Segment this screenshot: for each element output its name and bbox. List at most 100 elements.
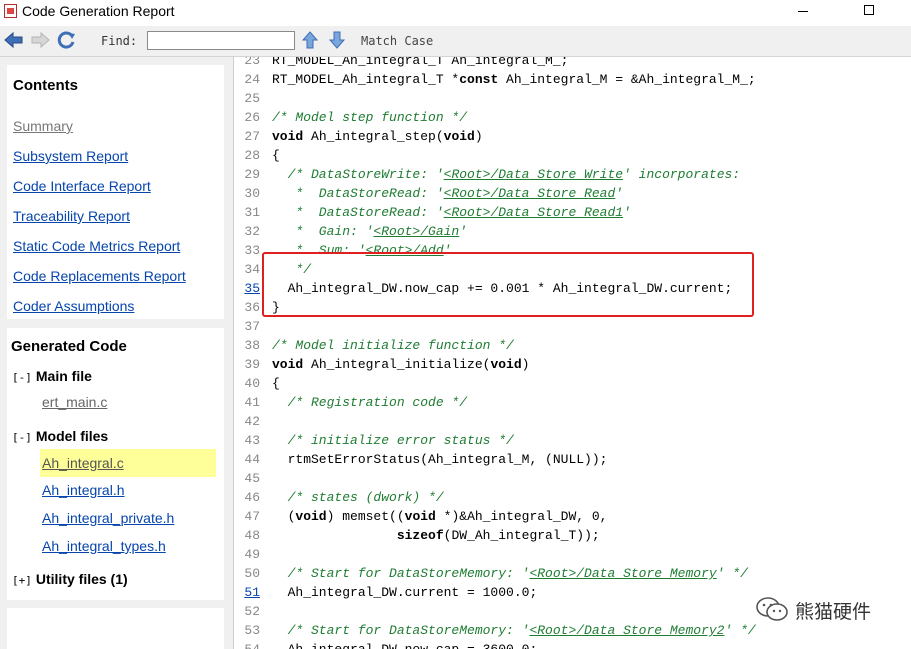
line-number: 25	[244, 91, 260, 106]
utility-files-group[interactable]: [+] Utility files (1)	[12, 571, 128, 587]
main-file-group[interactable]: [-] Main file	[12, 368, 92, 384]
block-link[interactable]: <Root>/Data Store Write	[444, 167, 623, 182]
minimize-button[interactable]	[798, 11, 808, 12]
code-text: Ah_integral_DW.current = 1000.0;	[272, 585, 538, 600]
refresh-icon[interactable]	[57, 31, 77, 54]
maximize-button[interactable]	[864, 5, 874, 15]
code-comment: '	[459, 224, 468, 239]
expand-toggle[interactable]: [+]	[12, 574, 32, 587]
code-line: 44 rtmSetErrorStatus(Ah_integral_M, (NUL…	[234, 450, 607, 469]
line-number: 53	[244, 623, 260, 638]
line-number: 23	[244, 57, 260, 68]
file-link-ah-integral-h[interactable]: Ah_integral.h	[42, 482, 125, 498]
line-number: 48	[244, 528, 260, 543]
code-keyword: void	[272, 129, 304, 144]
line-number: 30	[244, 186, 260, 201]
nav-code-replacements-link[interactable]: Code Replacements Report	[13, 268, 186, 284]
line-number: 33	[244, 243, 260, 258]
code-text: )	[474, 129, 483, 144]
code-comment: /* states (dwork) */	[272, 490, 444, 505]
code-comment: '	[623, 205, 631, 220]
line-number: 34	[244, 262, 260, 277]
nav-traceability-report-link[interactable]: Traceability Report	[13, 208, 130, 224]
file-link-ah-integral-types-h[interactable]: Ah_integral_types.h	[42, 538, 166, 554]
code-text: ) memset((	[326, 509, 405, 524]
toolbar: Find: Match Case	[0, 26, 911, 57]
find-previous-arrow-icon[interactable]	[301, 31, 319, 54]
code-line: 26 /* Model step function */	[234, 108, 467, 127]
code-line: 47 (void) memset((void *)&Ah_integral_DW…	[234, 507, 607, 526]
block-link[interactable]: <Root>/Data Store Read1	[444, 205, 623, 220]
nav-code-interface-report-link[interactable]: Code Interface Report	[13, 178, 151, 194]
line-number: 45	[244, 471, 260, 486]
wechat-logo-icon	[755, 596, 789, 627]
line-number[interactable]: 51	[234, 583, 260, 602]
block-link[interactable]: <Root>/Data Store Read	[444, 186, 616, 201]
code-text: (DW_Ah_integral_T));	[443, 528, 600, 543]
line-number: 26	[244, 110, 260, 125]
code-text: rtmSetErrorStatus(Ah_integral_M, (NULL))…	[272, 452, 608, 467]
code-line: 52	[234, 602, 272, 621]
find-next-arrow-icon[interactable]	[328, 31, 346, 54]
code-comment: ' */	[716, 566, 748, 581]
block-link[interactable]: <Root>/Data Store Memory	[529, 566, 716, 581]
line-number: 42	[244, 414, 260, 429]
back-arrow-icon[interactable]	[4, 31, 24, 54]
file-link-ert-main[interactable]: ert_main.c	[42, 394, 107, 410]
nav-subsystem-report-link[interactable]: Subsystem Report	[13, 148, 128, 164]
line-number: 36	[244, 300, 260, 315]
line-number: 41	[244, 395, 260, 410]
line-number: 37	[244, 319, 260, 334]
code-keyword: void	[443, 129, 475, 144]
code-comment: /* DataStoreWrite: '	[272, 167, 444, 182]
nav-summary-link[interactable]: Summary	[13, 118, 73, 134]
code-text: Ah_integral_DW.now_cap = 3600.0;	[272, 642, 538, 649]
code-line: 53 /* Start for DataStoreMemory: '<Root>…	[234, 621, 755, 640]
forward-arrow-icon[interactable]	[30, 31, 50, 54]
line-number: 28	[244, 148, 260, 163]
code-comment: * Gain: '	[272, 224, 374, 239]
line-number: 24	[244, 72, 260, 87]
code-comment: /* initialize error status */	[272, 433, 514, 448]
code-line: 23 RT_MODEL_Ah_integral_T Ah_integral_M_;	[234, 57, 568, 70]
code-text: Ah_integral_initialize(	[303, 357, 491, 372]
line-number[interactable]: 35	[234, 279, 260, 298]
line-number: 52	[244, 604, 260, 619]
sidebar-bottom-panel	[7, 608, 224, 649]
code-comment: /* Model step function */	[272, 110, 468, 125]
code-text: {	[272, 148, 280, 163]
match-case-toggle[interactable]: Match Case	[361, 34, 433, 48]
collapse-toggle[interactable]: [-]	[12, 431, 32, 444]
nav-coder-assumptions-link[interactable]: Coder Assumptions	[13, 298, 134, 314]
line-number: 43	[244, 433, 260, 448]
title-bar: Code Generation Report	[0, 0, 911, 24]
model-files-group[interactable]: [-] Model files	[12, 428, 108, 444]
line-number: 46	[244, 490, 260, 505]
line-number: 38	[244, 338, 260, 353]
code-line: 31 * DataStoreRead: '<Root>/Data Store R…	[234, 203, 631, 222]
code-line: 24 RT_MODEL_Ah_integral_T *const Ah_integ…	[234, 70, 755, 89]
file-link-ah-integral-c[interactable]: Ah_integral.c	[40, 449, 216, 477]
block-link[interactable]: <Root>/Data Store Memory2	[529, 623, 724, 638]
collapse-toggle[interactable]: [-]	[12, 371, 32, 384]
code-line: 42	[234, 412, 272, 431]
code-view: 23 RT_MODEL_Ah_integral_T Ah_integral_M_;…	[234, 57, 911, 649]
highlight-box	[262, 252, 754, 317]
find-input[interactable]	[147, 31, 295, 50]
code-line: 49	[234, 545, 272, 564]
code-comment: /* Start for DataStoreMemory: '	[272, 566, 530, 581]
line-number: 49	[244, 547, 260, 562]
file-link-ah-integral-private-h[interactable]: Ah_integral_private.h	[42, 510, 174, 526]
line-number: 27	[244, 129, 260, 144]
code-keyword: void	[272, 357, 304, 372]
code-text: RT_MODEL_Ah_integral_T *	[272, 72, 460, 87]
code-comment: /* Start for DataStoreMemory: '	[272, 623, 530, 638]
code-line: 46 /* states (dwork) */	[234, 488, 444, 507]
nav-static-code-metrics-link[interactable]: Static Code Metrics Report	[13, 238, 180, 254]
code-text: RT_MODEL_Ah_integral_T Ah_integral_M_;	[272, 57, 569, 68]
code-line: 25	[234, 89, 272, 108]
watermark-text: 熊猫硬件	[795, 602, 872, 623]
code-line: 38 /* Model initialize function */	[234, 336, 513, 355]
block-link[interactable]: <Root>/Gain	[373, 224, 459, 239]
